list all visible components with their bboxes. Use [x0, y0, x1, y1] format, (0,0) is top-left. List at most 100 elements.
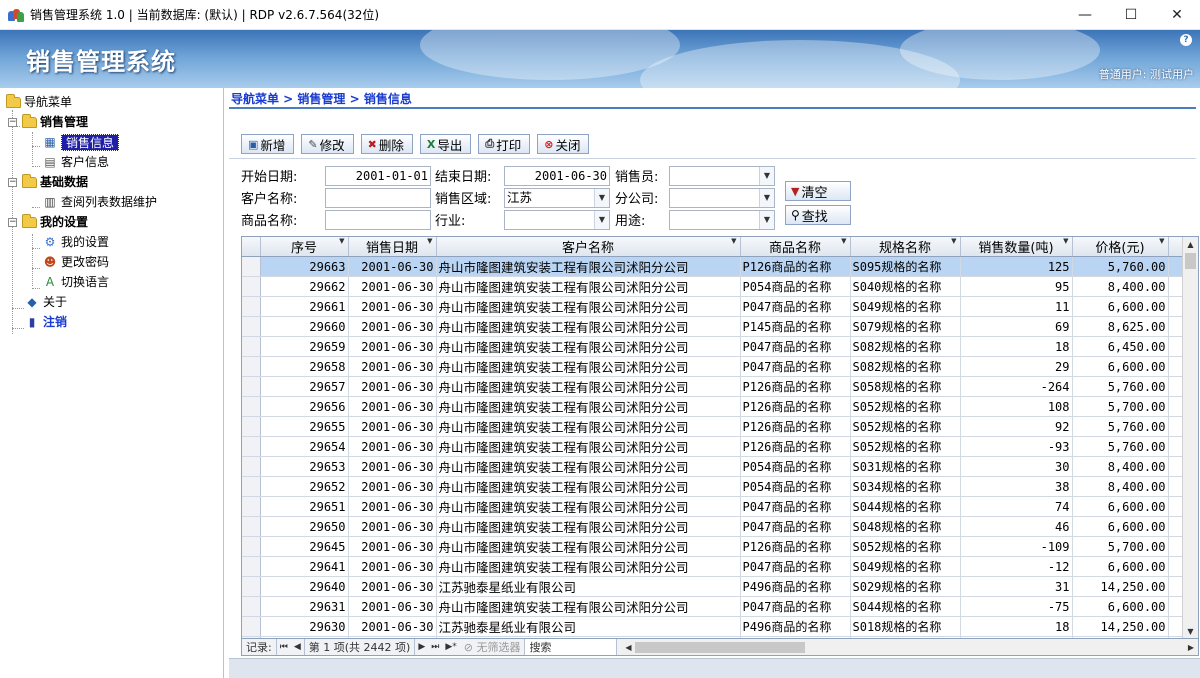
table-cell[interactable]: P145商品的名称 — [740, 316, 851, 337]
scroll-down-icon[interactable]: ▼ — [1183, 624, 1198, 639]
table-row[interactable]: 29645 2001-06-30 舟山市隆图建筑安装工程有限公司沭阳分公司 P126商… — [242, 536, 1185, 557]
table-cell[interactable]: 2001-06-30 — [348, 276, 437, 297]
table-cell[interactable]: S044规格的名称 — [850, 496, 961, 517]
table-cell[interactable]: 2001-06-30 — [348, 376, 437, 397]
nav-item-sales-info[interactable]: ▦ 销售信息 — [0, 132, 223, 152]
table-cell[interactable]: P047商品的名称 — [740, 556, 851, 577]
table-cell[interactable]: 2001-06-30 — [348, 356, 437, 377]
sales-grid[interactable]: 序号 ▼ 销售日期 ▼ 客户名称 ▼ 商品名称 ▼ 规格名称 ▼ 销售数量(吨) ▼ 价格(… — [241, 236, 1199, 656]
table-cell[interactable]: 舟山市隆图建筑安装工程有限公司沭阳分公司 — [436, 476, 741, 497]
table-cell[interactable]: 29660 — [260, 316, 349, 337]
salesperson-select[interactable]: ▼ — [669, 166, 775, 186]
add-button[interactable]: ▣ 新增 — [241, 134, 295, 154]
delete-button[interactable]: ✖ 删除 — [360, 134, 413, 154]
nav-item-lookup-maintenance[interactable]: ▥ 查阅列表数据维护 — [0, 192, 223, 212]
column-header[interactable]: 序号 ▼ — [260, 237, 349, 257]
column-header[interactable]: 销售数量(吨) ▼ — [960, 237, 1073, 257]
table-cell[interactable]: -109 — [960, 536, 1073, 557]
row-indicator[interactable] — [242, 296, 261, 317]
collapse-icon[interactable]: − — [8, 177, 17, 187]
table-cell[interactable]: 2001-06-30 — [348, 556, 437, 577]
table-cell[interactable]: P126商品的名称 — [740, 256, 851, 277]
new-record-icon[interactable]: ▶* — [442, 642, 459, 652]
table-cell[interactable]: 29650 — [260, 516, 349, 537]
nav-item-customer-info[interactable]: ▤ 客户信息 — [0, 152, 223, 172]
row-indicator[interactable] — [242, 336, 261, 357]
row-indicator[interactable] — [242, 496, 261, 517]
table-row[interactable]: 29654 2001-06-30 舟山市隆图建筑安装工程有限公司沭阳分公司 P126商… — [242, 436, 1185, 457]
table-cell[interactable]: 6,600.00 — [1072, 516, 1169, 537]
nav-item-my-settings[interactable]: ⚙ 我的设置 — [0, 232, 223, 252]
table-row[interactable]: 29631 2001-06-30 舟山市隆图建筑安装工程有限公司沭阳分公司 P047商… — [242, 596, 1185, 617]
close-window-button[interactable]: ✕ — [1154, 0, 1200, 30]
table-cell[interactable]: 2001-06-30 — [348, 456, 437, 477]
row-indicator[interactable] — [242, 456, 261, 477]
table-cell[interactable]: 江苏驰泰星纸业有限公司 — [436, 616, 741, 637]
row-indicator[interactable] — [242, 396, 261, 417]
grid-search-input[interactable]: 搜索 — [525, 638, 618, 655]
nav-root[interactable]: 导航菜单 — [0, 92, 223, 112]
table-cell[interactable]: 38 — [960, 476, 1073, 497]
product-input[interactable] — [325, 210, 431, 230]
table-cell[interactable]: 6,600.00 — [1072, 556, 1169, 577]
table-row[interactable]: 29659 2001-06-30 舟山市隆图建筑安装工程有限公司沭阳分公司 P047商… — [242, 336, 1185, 357]
table-cell[interactable]: P047商品的名称 — [740, 596, 851, 617]
scroll-up-icon[interactable]: ▲ — [1183, 237, 1198, 252]
nav-logout[interactable]: ▮ 注销 — [0, 312, 223, 332]
region-select[interactable]: 江苏 ▼ — [504, 188, 610, 208]
table-cell[interactable]: P126商品的名称 — [740, 416, 851, 437]
table-cell[interactable]: 5,760.00 — [1072, 416, 1169, 437]
table-cell[interactable]: 江苏驰泰星纸业有限公司 — [436, 576, 741, 597]
close-button[interactable]: ⊗ 关闭 — [537, 134, 590, 154]
table-cell[interactable]: 29630 — [260, 616, 349, 637]
table-cell[interactable]: 舟山市隆图建筑安装工程有限公司沭阳分公司 — [436, 496, 741, 517]
table-cell[interactable]: P126商品的名称 — [740, 396, 851, 417]
column-header[interactable]: 客户名称 ▼ — [436, 237, 741, 257]
table-cell[interactable]: S029规格的名称 — [850, 576, 961, 597]
table-cell[interactable]: 29656 — [260, 396, 349, 417]
table-cell[interactable]: P047商品的名称 — [740, 496, 851, 517]
table-cell[interactable]: S034规格的名称 — [850, 476, 961, 497]
prev-record-icon[interactable]: ◀ — [291, 642, 304, 652]
vertical-scrollbar[interactable]: ▲ ▼ — [1182, 237, 1198, 639]
table-cell[interactable]: 29654 — [260, 436, 349, 457]
table-cell[interactable]: 2001-06-30 — [348, 336, 437, 357]
table-cell[interactable]: 29 — [960, 356, 1073, 377]
table-cell[interactable]: 舟山市隆图建筑安装工程有限公司沭阳分公司 — [436, 336, 741, 357]
table-cell[interactable]: 29658 — [260, 356, 349, 377]
scroll-right-icon[interactable]: ▶ — [1184, 640, 1198, 655]
table-cell[interactable]: 2001-06-30 — [348, 596, 437, 617]
table-row[interactable]: 29650 2001-06-30 舟山市隆图建筑安装工程有限公司沭阳分公司 P047商… — [242, 516, 1185, 537]
table-cell[interactable]: 31 — [960, 576, 1073, 597]
row-indicator[interactable] — [242, 556, 261, 577]
table-cell[interactable]: S079规格的名称 — [850, 316, 961, 337]
table-cell[interactable]: 8,400.00 — [1072, 456, 1169, 477]
table-cell[interactable]: P126商品的名称 — [740, 536, 851, 557]
table-cell[interactable]: 舟山市隆图建筑安装工程有限公司沭阳分公司 — [436, 556, 741, 577]
select-all-corner[interactable] — [242, 237, 261, 257]
row-indicator[interactable] — [242, 316, 261, 337]
table-cell[interactable]: 29655 — [260, 416, 349, 437]
table-cell[interactable]: S040规格的名称 — [850, 276, 961, 297]
table-cell[interactable]: S052规格的名称 — [850, 536, 961, 557]
table-cell[interactable]: 2001-06-30 — [348, 496, 437, 517]
row-indicator[interactable] — [242, 256, 261, 277]
table-row[interactable]: 29641 2001-06-30 舟山市隆图建筑安装工程有限公司沭阳分公司 P047商… — [242, 556, 1185, 577]
row-indicator[interactable] — [242, 416, 261, 437]
table-cell[interactable]: P047商品的名称 — [740, 336, 851, 357]
clear-button[interactable]: ▼ 清空 — [785, 181, 851, 201]
search-button[interactable]: ⚲ 查找 — [785, 205, 851, 225]
row-indicator[interactable] — [242, 356, 261, 377]
print-button[interactable]: ⎙ 打印 — [478, 134, 531, 154]
table-cell[interactable]: P054商品的名称 — [740, 456, 851, 477]
table-cell[interactable]: 舟山市隆图建筑安装工程有限公司沭阳分公司 — [436, 516, 741, 537]
table-cell[interactable]: S049规格的名称 — [850, 556, 961, 577]
table-cell[interactable]: 92 — [960, 416, 1073, 437]
table-cell[interactable]: 125 — [960, 256, 1073, 277]
last-record-icon[interactable]: ⏭ — [428, 642, 442, 652]
row-indicator[interactable] — [242, 616, 261, 637]
column-header[interactable]: 商品名称 ▼ — [740, 237, 851, 257]
table-cell[interactable]: 6,600.00 — [1072, 496, 1169, 517]
table-cell[interactable]: P047商品的名称 — [740, 516, 851, 537]
row-indicator[interactable] — [242, 276, 261, 297]
